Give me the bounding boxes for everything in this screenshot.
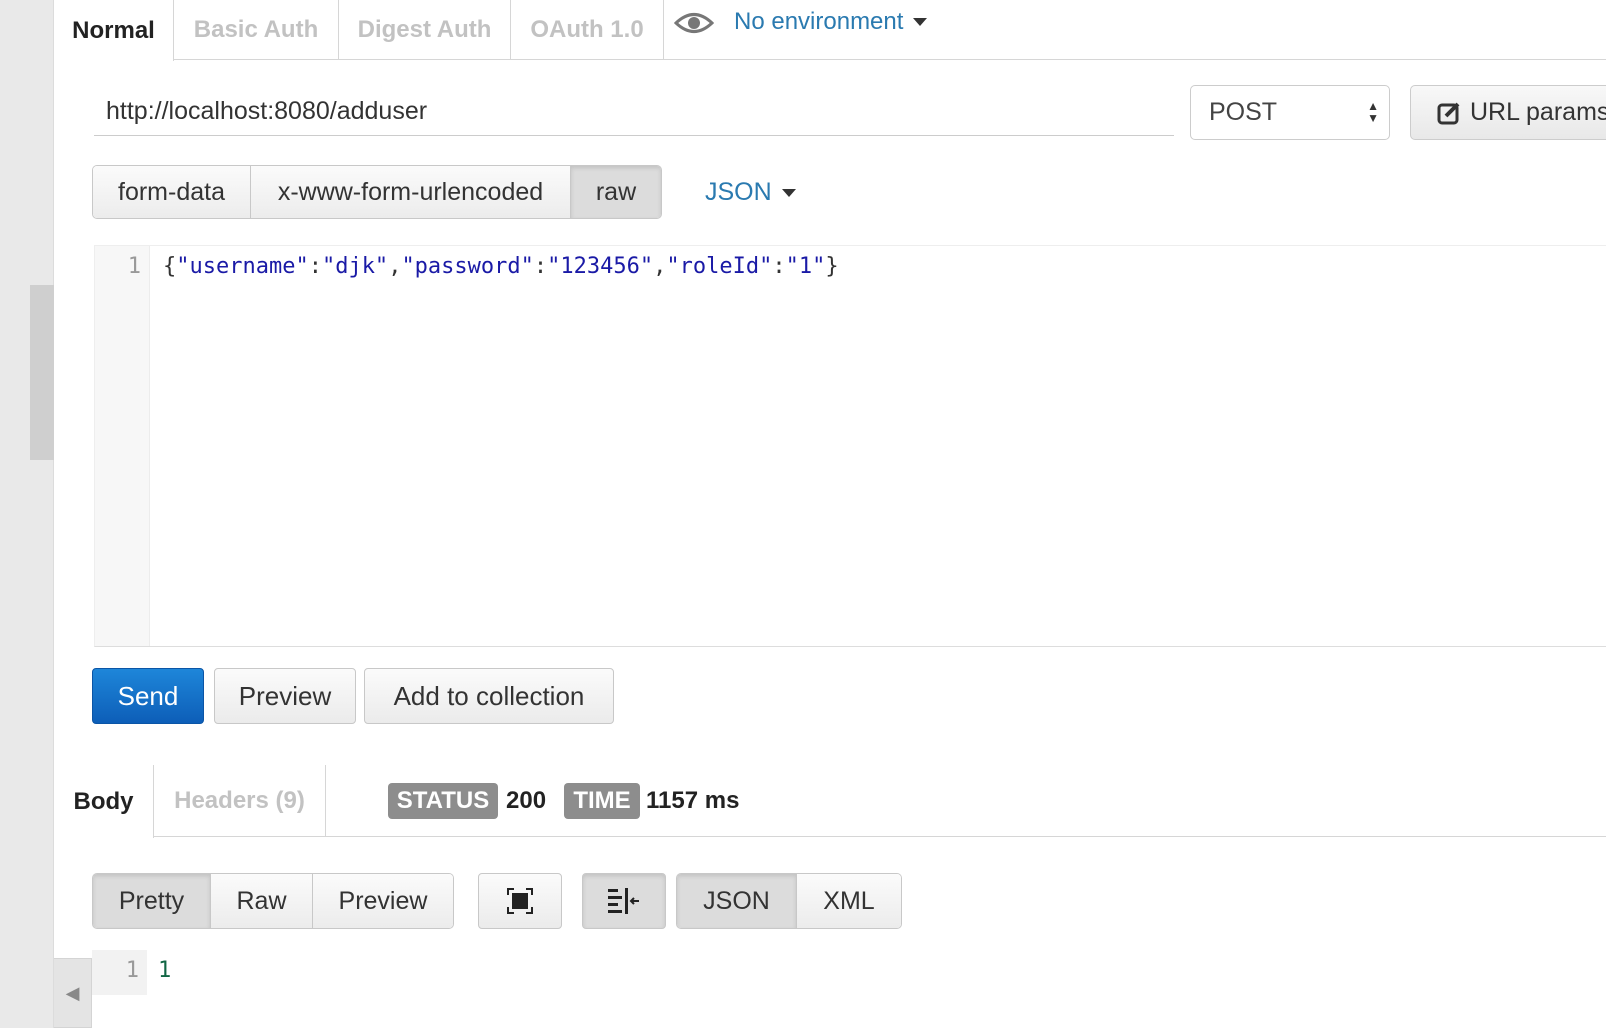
request-body-editor[interactable]: 1 {"username":"djk","password":"123456",…	[94, 245, 1606, 647]
editor-code-line: {"username":"djk","password":"123456","r…	[163, 254, 839, 279]
body-type-raw[interactable]: raw	[571, 166, 661, 218]
environment-label: No environment	[734, 8, 904, 35]
response-tabs: Body Headers (9) STATUS 200 TIME 1157 ms	[54, 765, 1606, 838]
method-select[interactable]: POST ▲ ▼	[1190, 85, 1390, 140]
left-rail	[0, 0, 54, 1028]
tab-headers[interactable]: Headers (9)	[154, 765, 326, 837]
body-type-urlencoded[interactable]: x-www-form-urlencoded	[251, 166, 571, 218]
add-to-collection-button[interactable]: Add to collection	[364, 668, 614, 724]
format-json[interactable]: JSON	[677, 874, 797, 928]
auth-tabs: Normal Basic Auth Digest Auth OAuth 1.0 …	[54, 0, 1606, 61]
view-mode-group: Pretty Raw Preview	[92, 873, 454, 929]
wrap-lines-icon	[608, 888, 639, 914]
sidebar-scrollbar[interactable]	[30, 285, 54, 460]
line-number: 1	[127, 254, 141, 279]
url-params-label: URL params	[1470, 98, 1606, 126]
edit-icon	[1437, 102, 1460, 124]
editor-gutter: 1	[95, 246, 150, 646]
collapse-sidebar-icon[interactable]: ◀	[54, 958, 92, 1028]
response-body: 1	[158, 958, 172, 983]
status-value: 200	[506, 787, 547, 814]
chevron-down-icon	[913, 18, 928, 26]
view-mode-preview[interactable]: Preview	[313, 874, 453, 928]
tab-digest-auth[interactable]: Digest Auth	[339, 0, 511, 60]
format-group: JSON XML	[676, 873, 902, 929]
time-badge: TIME	[564, 783, 640, 819]
time-value: 1157 ms	[646, 787, 740, 814]
method-value: POST	[1209, 98, 1278, 126]
url-input[interactable]	[94, 88, 1174, 136]
body-type-group: form-data x-www-form-urlencoded raw	[92, 165, 662, 219]
tab-normal[interactable]: Normal	[54, 0, 174, 61]
format-xml[interactable]: XML	[797, 874, 901, 928]
view-mode-pretty[interactable]: Pretty	[93, 874, 211, 928]
response-line-number: 1	[125, 958, 139, 983]
fullscreen-button[interactable]	[478, 873, 562, 929]
body-language-select[interactable]: JSON	[705, 178, 796, 207]
body-language-label: JSON	[705, 178, 772, 206]
select-arrows-icon: ▲ ▼	[1367, 99, 1379, 125]
view-mode-raw[interactable]: Raw	[211, 874, 313, 928]
tab-body[interactable]: Body	[54, 765, 154, 838]
body-type-form-data[interactable]: form-data	[93, 166, 251, 218]
preview-button[interactable]: Preview	[214, 668, 356, 724]
environment-select[interactable]: No environment	[734, 8, 928, 36]
tab-basic-auth[interactable]: Basic Auth	[174, 0, 339, 60]
wrap-lines-button[interactable]	[582, 873, 666, 929]
send-button[interactable]: Send	[92, 668, 204, 724]
chevron-down-icon	[781, 188, 796, 197]
fullscreen-icon	[507, 888, 533, 914]
eye-icon[interactable]	[673, 8, 715, 38]
status-badge: STATUS	[388, 783, 498, 819]
url-params-button[interactable]: URL params	[1410, 85, 1606, 140]
response-gutter: 1	[92, 950, 147, 995]
tab-oauth[interactable]: OAuth 1.0	[511, 0, 664, 60]
